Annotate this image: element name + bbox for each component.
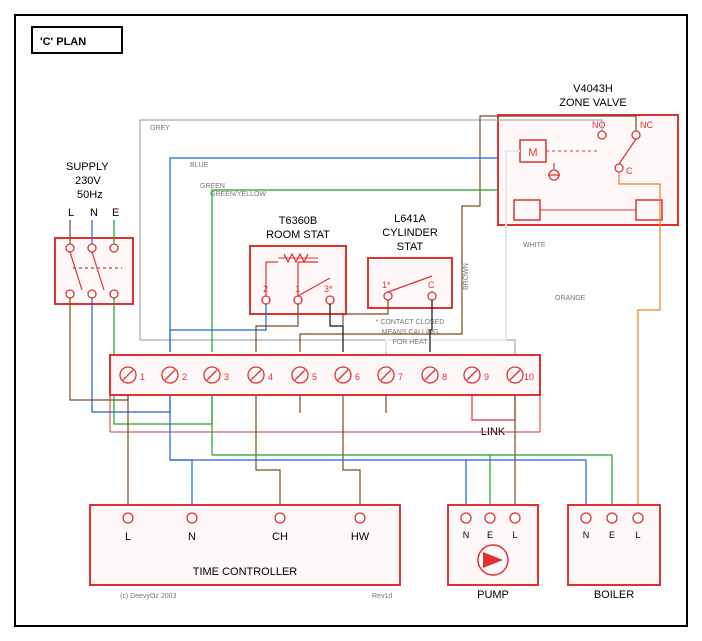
svg-text:230V: 230V: [75, 175, 101, 187]
svg-text:TIME CONTROLLER: TIME CONTROLLER: [193, 566, 298, 578]
svg-text:V4043H: V4043H: [573, 83, 613, 95]
wire-label-white: WHITE: [523, 242, 546, 249]
svg-text:NO: NO: [592, 120, 606, 130]
svg-text:10: 10: [524, 372, 534, 382]
svg-text:N: N: [463, 530, 470, 540]
junction-strip: 1 2 3 4 5 6 7 8 9 10: [110, 355, 540, 395]
wire-label-grey: GREY: [150, 125, 170, 132]
svg-text:E: E: [609, 530, 615, 540]
svg-text:E: E: [112, 207, 119, 219]
svg-text:3*: 3*: [324, 284, 333, 294]
svg-text:50Hz: 50Hz: [77, 189, 103, 201]
svg-text:BOILER: BOILER: [594, 589, 634, 601]
svg-text:L641A: L641A: [394, 213, 426, 225]
svg-text:N: N: [583, 530, 590, 540]
svg-text:7: 7: [398, 372, 403, 382]
svg-text:PUMP: PUMP: [477, 589, 509, 601]
svg-text:* CONTACT CLOSED: * CONTACT CLOSED: [376, 319, 445, 326]
wire-label-blue: BLUE: [190, 162, 209, 169]
svg-text:ROOM STAT: ROOM STAT: [266, 229, 330, 241]
wire-label-greenyellow: GREEN/YELLOW: [210, 191, 266, 198]
svg-text:L: L: [635, 530, 640, 540]
svg-text:2: 2: [182, 372, 187, 382]
time-controller-block: L N CH HW TIME CONTROLLER: [90, 505, 400, 585]
svg-text:ZONE VALVE: ZONE VALVE: [559, 97, 626, 109]
svg-text:5: 5: [312, 372, 317, 382]
svg-text:CH: CH: [272, 531, 288, 543]
svg-text:N: N: [188, 531, 196, 543]
svg-text:9: 9: [484, 372, 489, 382]
svg-text:C: C: [626, 166, 633, 176]
svg-text:NC: NC: [640, 120, 653, 130]
svg-text:4: 4: [268, 372, 273, 382]
diagram-title: 'C' PLAN: [40, 36, 86, 48]
svg-text:T6360B: T6360B: [279, 215, 318, 227]
svg-text:C: C: [428, 280, 435, 290]
wire-label-brown: BROWN: [463, 263, 470, 290]
svg-text:L: L: [125, 531, 131, 543]
svg-text:8: 8: [442, 372, 447, 382]
copyright: (c) DeevyOz 2003: [120, 593, 177, 600]
svg-text:CYLINDER: CYLINDER: [382, 227, 438, 239]
svg-text:E: E: [487, 530, 493, 540]
svg-text:1*: 1*: [382, 280, 391, 290]
svg-text:STAT: STAT: [397, 241, 424, 253]
svg-text:L: L: [512, 530, 517, 540]
svg-text:3: 3: [224, 372, 229, 382]
svg-text:SUPPLY: SUPPLY: [66, 161, 109, 173]
svg-text:L: L: [68, 207, 74, 219]
svg-text:N: N: [90, 207, 98, 219]
wire-label-orange: ORANGE: [555, 295, 586, 302]
svg-text:1: 1: [140, 372, 145, 382]
wire-label-green: GREEN: [200, 183, 225, 190]
svg-text:FOR HEAT: FOR HEAT: [393, 339, 429, 346]
svg-text:HW: HW: [351, 531, 370, 543]
svg-text:M: M: [528, 147, 537, 159]
svg-text:6: 6: [355, 372, 360, 382]
revision: Rev1d: [372, 593, 392, 600]
